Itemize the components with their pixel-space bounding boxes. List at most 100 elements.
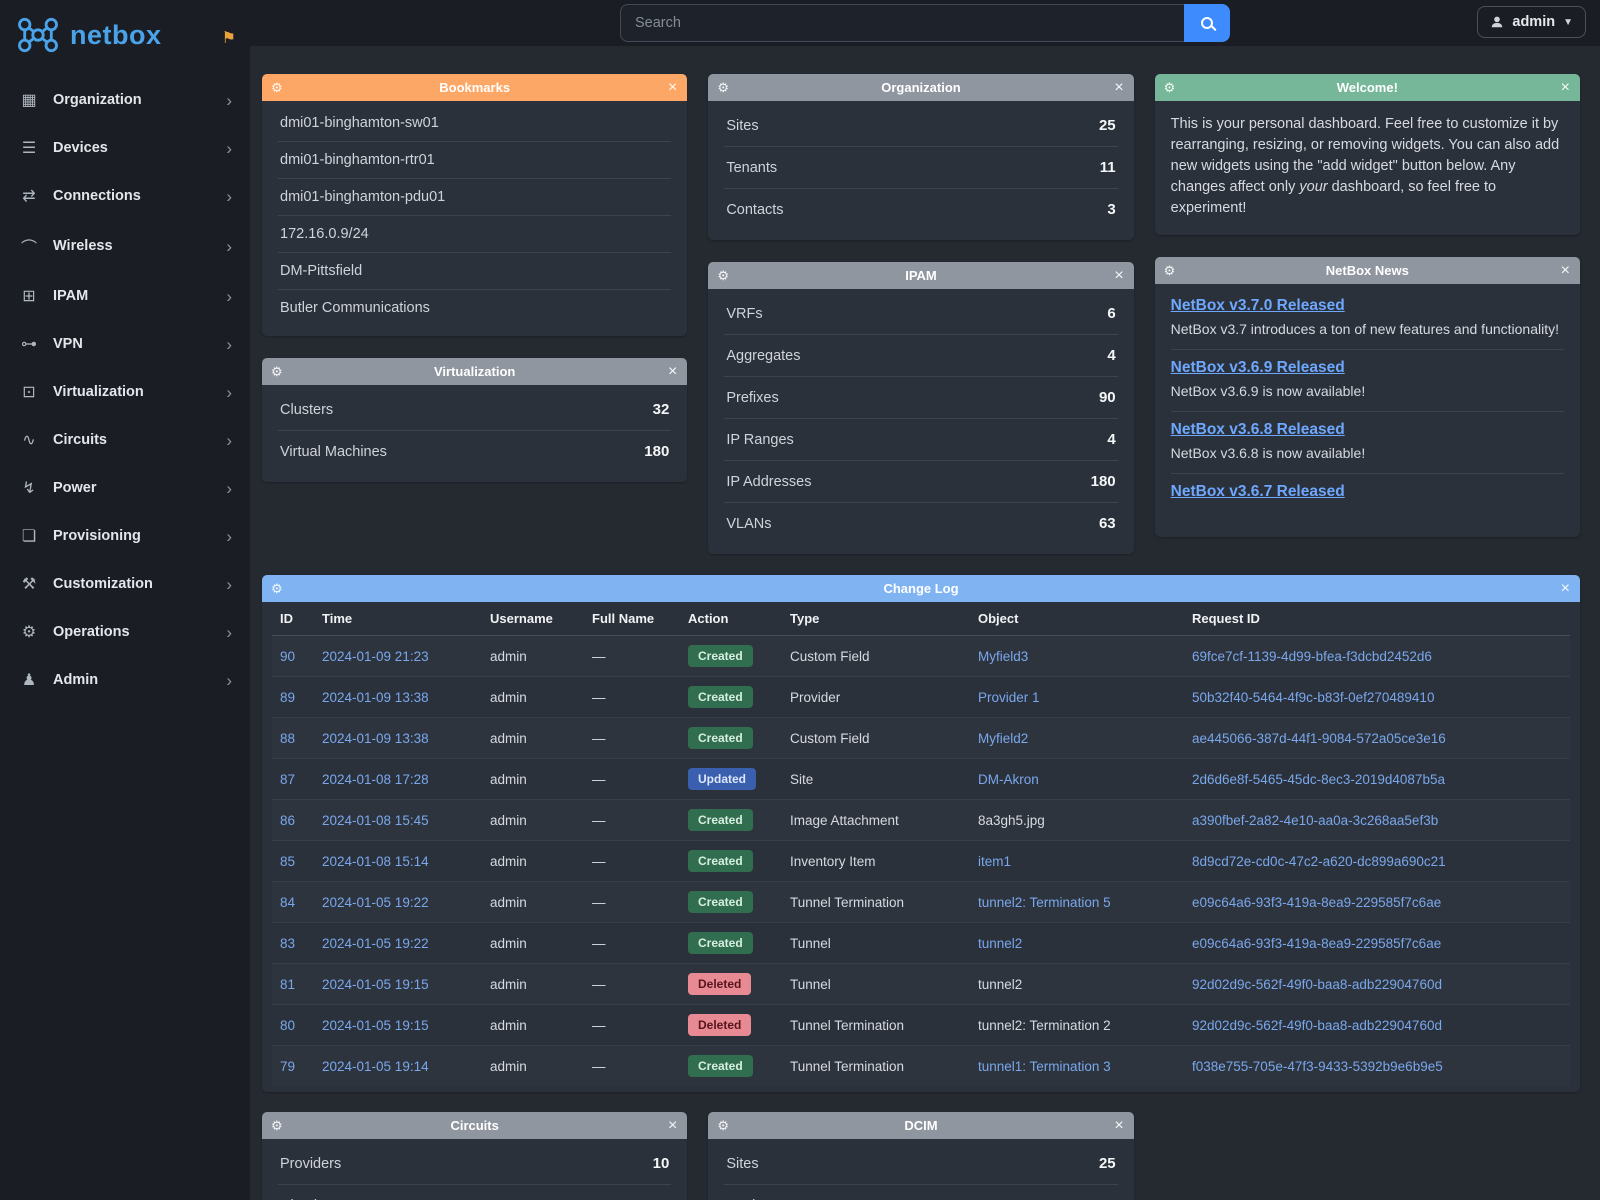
gear-icon[interactable]: ⚙ (271, 364, 283, 380)
changelog-time-link[interactable]: 2024-01-08 17:28 (322, 772, 429, 787)
sidebar-item-vpn[interactable]: ⊶VPN› (0, 320, 250, 368)
sidebar-item-customization[interactable]: ⚒Customization› (0, 560, 250, 608)
close-icon[interactable]: × (1561, 80, 1570, 96)
stat-value[interactable]: 6 (1107, 305, 1115, 322)
gear-icon[interactable]: ⚙ (1164, 263, 1176, 279)
search-button[interactable] (1184, 4, 1230, 42)
changelog-id-link[interactable]: 79 (280, 1059, 295, 1074)
gear-icon[interactable]: ⚙ (1164, 80, 1176, 96)
changelog-request-id-link[interactable]: 8d9cd72e-cd0c-47c2-a620-dc899a690c21 (1192, 854, 1446, 869)
close-icon[interactable]: × (668, 364, 677, 380)
sidebar-item-admin[interactable]: ♟Admin› (0, 656, 250, 704)
changelog-request-id-link[interactable]: 92d02d9c-562f-49f0-baa8-adb22904760d (1192, 977, 1442, 992)
changelog-request-id-link[interactable]: a390fbef-2a82-4e10-aa0a-3c268aa5ef3b (1192, 813, 1438, 828)
bookmark-item[interactable]: dmi01-binghamton-pdu01 (278, 179, 671, 216)
changelog-object-link[interactable]: Myfield3 (978, 649, 1028, 664)
bookmark-item[interactable]: dmi01-binghamton-sw01 (278, 105, 671, 142)
changelog-id-link[interactable]: 87 (280, 772, 295, 787)
bookmark-item[interactable]: DM-Pittsfield (278, 253, 671, 290)
sidebar-item-devices[interactable]: ☰Devices› (0, 124, 250, 172)
changelog-request-id-link[interactable]: ae445066-387d-44f1-9084-572a05ce3e16 (1192, 731, 1446, 746)
changelog-time-link[interactable]: 2024-01-09 13:38 (322, 731, 429, 746)
changelog-time-link[interactable]: 2024-01-05 19:15 (322, 977, 429, 992)
stat-value[interactable]: 10 (653, 1155, 670, 1172)
changelog-request-id-link[interactable]: 50b32f40-5464-4f9c-b83f-0ef270489410 (1192, 690, 1434, 705)
gear-icon[interactable]: ⚙ (717, 1118, 729, 1134)
close-icon[interactable]: × (1114, 80, 1123, 96)
sidebar-item-connections[interactable]: ⇄Connections› (0, 172, 250, 220)
close-icon[interactable]: × (1561, 263, 1570, 279)
stat-value[interactable]: 25 (1099, 117, 1116, 134)
gear-icon[interactable]: ⚙ (271, 581, 283, 597)
stat-value[interactable]: 3 (1107, 201, 1115, 218)
changelog-request-id-link[interactable]: 2d6d6e8f-5465-45dc-8ec3-2019d4087b5a (1192, 772, 1445, 787)
changelog-request-id-link[interactable]: e09c64a6-93f3-419a-8ea9-229585f7c6ae (1192, 895, 1441, 910)
search-input[interactable] (620, 4, 1184, 42)
changelog-id-link[interactable]: 81 (280, 977, 295, 992)
changelog-object-link[interactable]: Myfield2 (978, 731, 1028, 746)
sidebar-item-organization[interactable]: ▦Organization› (0, 76, 250, 124)
bookmark-item[interactable]: 172.16.0.9/24 (278, 216, 671, 253)
changelog-object-link[interactable]: tunnel2 (978, 936, 1022, 951)
changelog-id-link[interactable]: 90 (280, 649, 295, 664)
news-headline-link[interactable]: NetBox v3.6.7 Released (1171, 483, 1345, 501)
changelog-time-link[interactable]: 2024-01-09 21:23 (322, 649, 429, 664)
sidebar-item-wireless[interactable]: ⌒Wireless› (0, 220, 250, 272)
changelog-id-link[interactable]: 85 (280, 854, 295, 869)
gear-icon[interactable]: ⚙ (717, 268, 729, 284)
news-headline-link[interactable]: NetBox v3.7.0 Released (1171, 297, 1345, 315)
close-icon[interactable]: × (1561, 581, 1570, 597)
changelog-object-link[interactable]: Provider 1 (978, 690, 1040, 705)
changelog-time-link[interactable]: 2024-01-05 19:15 (322, 1018, 429, 1033)
stat-value[interactable]: 180 (1091, 473, 1116, 490)
stat-value[interactable]: 63 (1099, 515, 1116, 532)
bookmark-item[interactable]: dmi01-binghamton-rtr01 (278, 142, 671, 179)
changelog-request-id-link[interactable]: e09c64a6-93f3-419a-8ea9-229585f7c6ae (1192, 936, 1441, 951)
gear-icon[interactable]: ⚙ (271, 80, 283, 96)
close-icon[interactable]: × (668, 80, 677, 96)
stat-value[interactable]: 4 (1107, 431, 1115, 448)
changelog-object-link[interactable]: tunnel2: Termination 5 (978, 895, 1111, 910)
close-icon[interactable]: × (1114, 1118, 1123, 1134)
sidebar-item-virtualization[interactable]: ⊡Virtualization› (0, 368, 250, 416)
sidebar-pin-flag-icon[interactable]: ⚑ (222, 28, 236, 48)
bookmark-item[interactable]: Butler Communications (278, 290, 671, 326)
netbox-logo[interactable]: netbox ⚑ (0, 0, 250, 68)
changelog-id-link[interactable]: 80 (280, 1018, 295, 1033)
sidebar-item-provisioning[interactable]: ❏Provisioning› (0, 512, 250, 560)
changelog-time-link[interactable]: 2024-01-09 13:38 (322, 690, 429, 705)
close-icon[interactable]: × (668, 1118, 677, 1134)
stat-value[interactable]: 11 (1100, 159, 1116, 176)
news-headline-link[interactable]: NetBox v3.6.8 Released (1171, 421, 1345, 439)
stat-value[interactable]: 180 (644, 443, 669, 460)
changelog-id-link[interactable]: 84 (280, 895, 295, 910)
sidebar-item-power[interactable]: ↯Power› (0, 464, 250, 512)
changelog-time-link[interactable]: 2024-01-05 19:22 (322, 936, 429, 951)
changelog-object-link[interactable]: tunnel1: Termination 3 (978, 1059, 1111, 1074)
stat-value[interactable]: 25 (1099, 1155, 1116, 1172)
close-icon[interactable]: × (1114, 268, 1123, 284)
user-menu-button[interactable]: admin ▼ (1477, 6, 1586, 38)
changelog-id-link[interactable]: 86 (280, 813, 295, 828)
stat-value[interactable]: 90 (1099, 389, 1116, 406)
changelog-request-id-link[interactable]: 69fce7cf-1139-4d99-bfea-f3dcbd2452d6 (1192, 649, 1432, 664)
changelog-time-link[interactable]: 2024-01-05 19:22 (322, 895, 429, 910)
changelog-time-link[interactable]: 2024-01-08 15:45 (322, 813, 429, 828)
stat-value[interactable]: 4 (1107, 347, 1115, 364)
sidebar-item-operations[interactable]: ⚙Operations› (0, 608, 250, 656)
changelog-object-link[interactable]: item1 (978, 854, 1011, 869)
changelog-request-id-link[interactable]: f038e755-705e-47f3-9433-5392b9e6b9e5 (1192, 1059, 1443, 1074)
stat-value[interactable]: 32 (653, 401, 670, 418)
news-headline-link[interactable]: NetBox v3.6.9 Released (1171, 359, 1345, 377)
changelog-id-link[interactable]: 83 (280, 936, 295, 951)
sidebar-item-ipam[interactable]: ⊞IPAM› (0, 272, 250, 320)
changelog-id-link[interactable]: 88 (280, 731, 295, 746)
gear-icon[interactable]: ⚙ (717, 80, 729, 96)
gear-icon[interactable]: ⚙ (271, 1118, 283, 1134)
changelog-request-id-link[interactable]: 92d02d9c-562f-49f0-baa8-adb22904760d (1192, 1018, 1442, 1033)
changelog-time-link[interactable]: 2024-01-05 19:14 (322, 1059, 429, 1074)
changelog-id-link[interactable]: 89 (280, 690, 295, 705)
changelog-time-link[interactable]: 2024-01-08 15:14 (322, 854, 429, 869)
sidebar-item-circuits[interactable]: ∿Circuits› (0, 416, 250, 464)
changelog-object-link[interactable]: DM-Akron (978, 772, 1039, 787)
